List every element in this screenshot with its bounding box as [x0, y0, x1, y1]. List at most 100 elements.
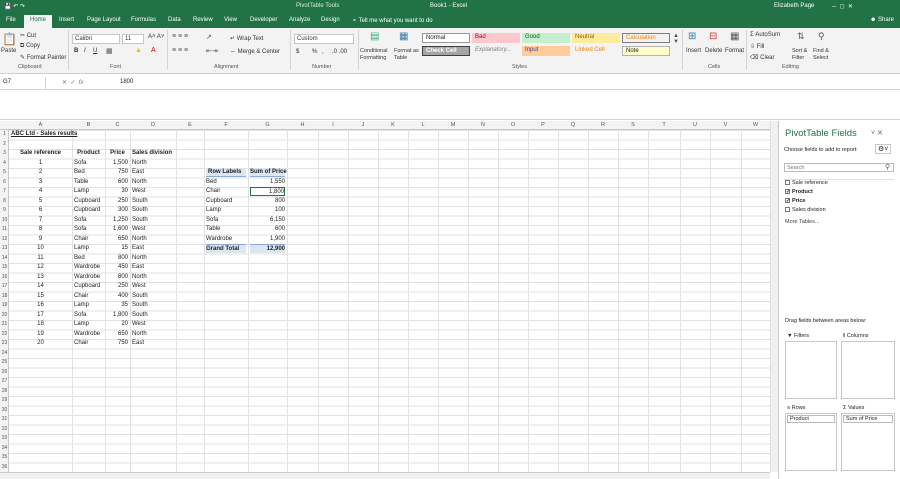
cell[interactable]: 7 [11, 216, 70, 225]
cell[interactable]: 1,800 [107, 311, 128, 320]
cell[interactable]: 5 [11, 197, 70, 206]
row-header[interactable]: 8 [0, 198, 9, 204]
cell[interactable]: 1,500 [107, 159, 128, 168]
cell[interactable]: 15 [107, 244, 128, 253]
cell[interactable]: Sale reference [11, 149, 70, 158]
columns-drop-area[interactable] [841, 341, 895, 399]
cell[interactable]: Sum of Price [250, 168, 287, 177]
cell[interactable]: 1,550 [250, 178, 285, 187]
name-box[interactable]: G7 [0, 77, 46, 89]
checkbox[interactable] [785, 207, 790, 213]
vertical-scrollbar[interactable] [770, 121, 778, 472]
more-tables-link[interactable]: More Tables... [785, 219, 819, 225]
tab-data[interactable]: Data [168, 17, 181, 23]
cell[interactable]: South [132, 292, 174, 301]
cell[interactable]: Sofa [206, 216, 246, 225]
row-header[interactable]: 18 [0, 293, 9, 299]
cell[interactable]: 800 [107, 254, 128, 263]
column-header[interactable]: Q [558, 122, 588, 128]
column-header[interactable]: G [248, 122, 287, 128]
orientation-icon[interactable]: ↗ [206, 33, 212, 41]
cell[interactable]: Cupboard [74, 282, 103, 291]
worksheet-grid[interactable]: ABC Ltd - Sales results Sale reference Pro… [9, 130, 770, 472]
cell[interactable]: 15 [11, 292, 70, 301]
row-header[interactable]: 13 [0, 245, 9, 251]
cell[interactable]: West [132, 225, 174, 234]
cell[interactable]: 1,900 [250, 235, 285, 244]
percent-button[interactable]: % [312, 49, 317, 55]
align-top-icons[interactable]: ≡ ≡ ≡ [172, 33, 188, 40]
column-header[interactable]: R [588, 122, 618, 128]
row-header[interactable]: 30 [0, 407, 9, 413]
autosum-button[interactable]: Σ AutoSum [750, 32, 780, 38]
cell[interactable]: Sofa [74, 311, 103, 320]
column-header[interactable]: N [468, 122, 498, 128]
cell[interactable]: 800 [107, 273, 128, 282]
cell[interactable]: 1 [11, 159, 70, 168]
checkbox[interactable]: ✓ [785, 198, 790, 204]
row-header[interactable]: 22 [0, 331, 9, 337]
cell[interactable]: Wardrobe [74, 273, 103, 282]
sheet-tabs-bar[interactable] [0, 472, 770, 479]
cell[interactable]: 800 [250, 197, 285, 206]
cell[interactable]: 11 [11, 254, 70, 263]
row-header[interactable]: 16 [0, 274, 9, 280]
column-header[interactable]: C [105, 122, 130, 128]
font-grow-shrink[interactable]: A˄ A˅ [148, 34, 164, 40]
row-header[interactable]: 32 [0, 426, 9, 432]
cell[interactable]: Chair [74, 235, 103, 244]
cell[interactable]: 450 [107, 263, 128, 272]
format-painter-button[interactable]: ✎ Format Painter [20, 54, 66, 61]
cell[interactable]: Table [74, 178, 103, 187]
cell[interactable]: South [132, 311, 174, 320]
row-header[interactable]: 19 [0, 302, 9, 308]
cell[interactable]: 19 [11, 330, 70, 339]
column-header[interactable]: O [498, 122, 528, 128]
column-header[interactable]: W [741, 122, 770, 128]
cell[interactable]: Row Labels [206, 168, 246, 177]
row-header[interactable]: 21 [0, 321, 9, 327]
merge-center-button[interactable]: ⇔ Merge & Center [230, 49, 280, 55]
cell[interactable]: 13 [11, 273, 70, 282]
wrap-text-button[interactable]: ↵ Wrap Text [230, 35, 264, 42]
cell[interactable]: 6 [11, 206, 70, 215]
cell[interactable]: Product [74, 149, 103, 158]
cell[interactable]: 600 [250, 225, 285, 234]
find-icon[interactable]: ⚲ [818, 31, 825, 42]
cell[interactable]: Wardrobe [74, 330, 103, 339]
column-header[interactable]: T [648, 122, 680, 128]
format-as-table-button[interactable]: Format as Table [394, 48, 420, 62]
column-header[interactable]: B [72, 122, 105, 128]
number-format-select[interactable]: Custom [294, 34, 354, 44]
cell[interactable]: East [132, 263, 174, 272]
style-input[interactable]: Input [522, 46, 570, 56]
rows-field-chip[interactable]: Product [787, 415, 835, 423]
cell[interactable]: 2 [11, 168, 70, 177]
cell[interactable]: Price [107, 149, 128, 158]
cell[interactable]: Bed [74, 254, 103, 263]
cell[interactable]: 6,150 [250, 216, 285, 225]
column-header[interactable]: M [438, 122, 468, 128]
row-header[interactable]: 11 [0, 226, 9, 232]
currency-button[interactable]: $ [296, 49, 299, 55]
cell[interactable]: Cupboard [206, 197, 246, 206]
row-header[interactable]: 9 [0, 207, 9, 213]
cell[interactable]: 30 [107, 187, 128, 196]
column-header[interactable]: S [618, 122, 648, 128]
row-header[interactable]: 3 [0, 150, 9, 156]
cell[interactable]: Table [206, 225, 246, 234]
values-field-chip[interactable]: Sum of Price [843, 415, 893, 423]
cell[interactable]: North [132, 330, 174, 339]
row-header[interactable]: 25 [0, 359, 9, 365]
row-header[interactable]: 20 [0, 312, 9, 318]
style-calculation[interactable]: Calculation [622, 33, 670, 43]
cell[interactable]: 35 [107, 301, 128, 310]
cell[interactable]: North [132, 159, 174, 168]
tab-insert[interactable]: Insert [59, 17, 74, 23]
italic-button[interactable]: I [84, 48, 86, 54]
cell[interactable]: 100 [250, 206, 285, 215]
row-header[interactable]: 33 [0, 435, 9, 441]
cell[interactable]: 1,600 [107, 225, 128, 234]
cell[interactable]: 20 [11, 339, 70, 348]
row-header[interactable]: 28 [0, 388, 9, 394]
